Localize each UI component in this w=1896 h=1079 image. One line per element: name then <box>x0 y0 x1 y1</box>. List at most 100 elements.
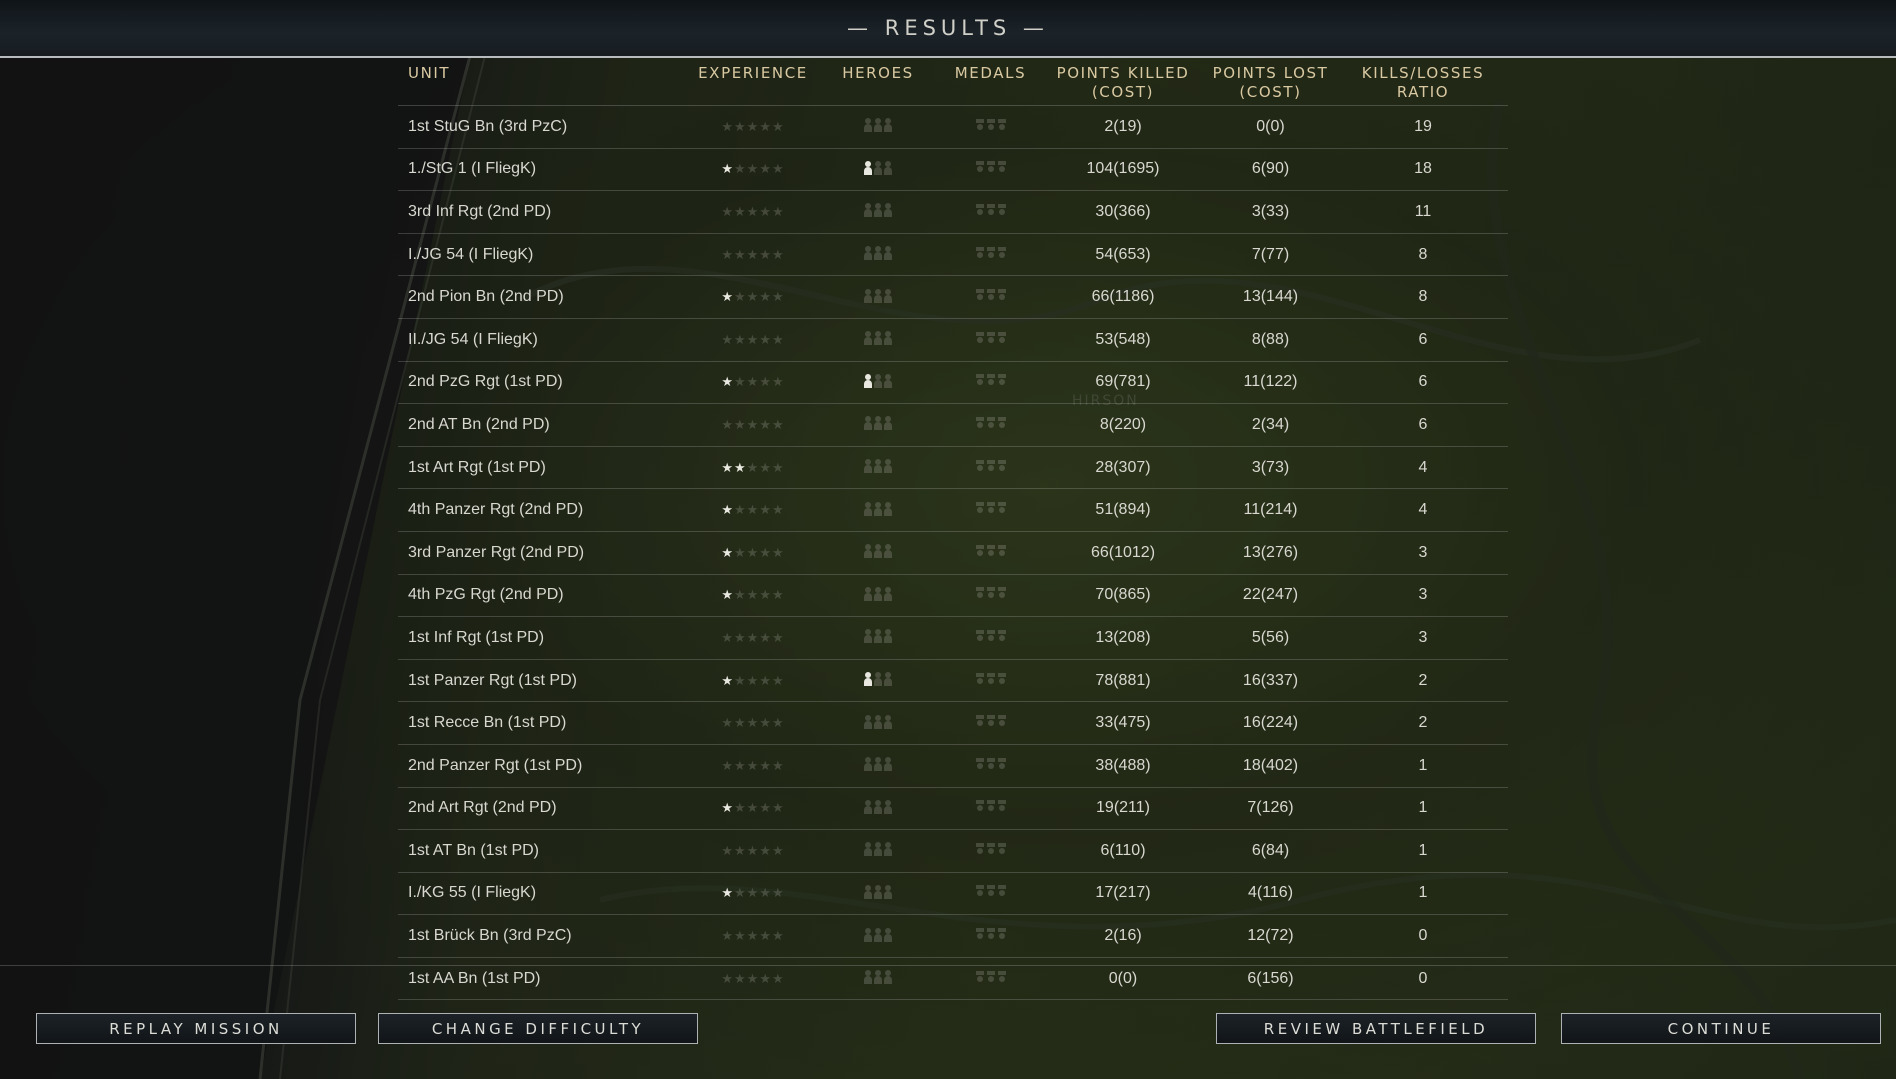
unit-name: 4th PzG Rgt (2nd PD) <box>408 586 564 604</box>
heroes-cell <box>818 457 938 478</box>
continue-button[interactable]: CONTINUE <box>1561 1013 1881 1044</box>
header-unit-label: UNIT <box>408 64 451 82</box>
medal-icon <box>975 459 984 472</box>
star-icon: ★ <box>721 289 735 305</box>
table-row[interactable]: 4th PzG Rgt (2nd PD) ★★★★★ 70(865) 22(247) 3 <box>398 575 1508 618</box>
star-icon: ★ <box>746 502 760 518</box>
table-row[interactable]: I./JG 54 (I FliegK) ★★★★★ 54(653) 7(77) 8 <box>398 234 1508 277</box>
medal-icon <box>997 374 1006 386</box>
table-row[interactable]: 3rd Panzer Rgt (2nd PD) ★★★★★ 66(1012) 13(2… <box>398 532 1508 575</box>
table-row[interactable]: 3rd Inf Rgt (2nd PD) ★★★★★ 30(366) 3(33) 11 <box>398 191 1508 234</box>
header-medals: MEDALS <box>954 64 1027 82</box>
medal-icon <box>975 203 984 216</box>
hero-icon <box>874 373 882 388</box>
star-icon: ★ <box>734 161 747 177</box>
points-lost: 16(224) <box>1242 714 1299 732</box>
heroes-cell <box>818 542 938 563</box>
table-row[interactable]: 1st Recce Bn (1st PD) ★★★★★ 33(475) 16(224)… <box>398 702 1508 745</box>
medals-cell <box>938 927 1043 945</box>
medal-icon <box>975 629 984 642</box>
points-killed: 2(16) <box>1104 927 1142 945</box>
table-row[interactable]: 2nd Art Rgt (2nd PD) ★★★★★ 19(211) 7(126) 1 <box>398 788 1508 831</box>
medals-cell <box>938 629 1043 647</box>
star-icon: ★ <box>771 118 785 134</box>
star-icon: ★ <box>759 629 772 645</box>
hero-icon <box>874 118 882 133</box>
medals-cell <box>938 757 1043 775</box>
experience-stars: ★★★★★ <box>688 160 818 178</box>
points-killed: 6(110) <box>1100 841 1146 859</box>
table-row[interactable]: 1st Art Rgt (1st PD) ★★★★★ 28(307) 3(73) 4 <box>398 447 1508 490</box>
heroes-cell <box>818 840 938 861</box>
heroes-cell <box>818 926 938 947</box>
experience-stars: ★★★★★ <box>688 586 818 604</box>
table-row[interactable]: 2nd Pion Bn (2nd PD) ★★★★★ 66(1186) 13(144)… <box>398 276 1508 319</box>
table-row[interactable]: I./KG 55 (I FliegK) ★★★★★ 17(217) 4(116) 1 <box>398 873 1508 916</box>
star-icon: ★ <box>746 289 760 305</box>
medal-icon <box>986 161 995 173</box>
medal-icon <box>997 203 1006 216</box>
hero-icon <box>864 203 872 218</box>
table-row[interactable]: 2nd PzG Rgt (1st PD) ★★★★★ 69(781) 11(122) 6 <box>398 362 1508 405</box>
review-battlefield-button[interactable]: REVIEW BATTLEFIELD <box>1216 1013 1536 1044</box>
star-icon: ★ <box>771 970 785 986</box>
star-icon: ★ <box>734 928 747 944</box>
table-row[interactable]: 2nd AT Bn (2nd PD) ★★★★★ 8(220) 2(34) 6 <box>398 404 1508 447</box>
unit-name: 2nd Pion Bn (2nd PD) <box>408 288 564 306</box>
table-row[interactable]: 1./StG 1 (I FliegK) ★★★★★ 104(1695) 6(90) 18 <box>398 149 1508 192</box>
star-icon: ★ <box>759 842 772 858</box>
medal-icon <box>986 672 995 685</box>
points-lost: 6(90) <box>1251 160 1290 178</box>
hero-icon <box>874 331 882 346</box>
star-icon: ★ <box>734 331 747 347</box>
medal-icon <box>975 161 984 173</box>
star-icon: ★ <box>734 118 747 134</box>
table-row[interactable]: 1st StuG Bn (3rd PzC) ★★★★★ 2(19) 0(0) 19 <box>398 106 1508 149</box>
star-icon: ★ <box>759 587 772 603</box>
experience-stars: ★★★★★ <box>688 501 818 519</box>
hero-icon <box>884 288 892 303</box>
star-icon: ★ <box>721 118 735 134</box>
star-icon: ★ <box>734 246 747 262</box>
unit-name: 2nd AT Bn (2nd PD) <box>408 415 550 433</box>
kill-loss-ratio: 6 <box>1418 373 1428 391</box>
medal-icon <box>975 331 984 344</box>
medal-icon <box>997 757 1006 770</box>
points-lost: 5(56) <box>1251 628 1290 646</box>
table-row[interactable]: 1st Inf Rgt (1st PD) ★★★★★ 13(208) 5(56) 3 <box>398 617 1508 660</box>
table-row[interactable]: 1st AT Bn (1st PD) ★★★★★ 6(110) 6(84) 1 <box>398 830 1508 873</box>
table-row[interactable]: 4th Panzer Rgt (2nd PD) ★★★★★ 51(894) 11(21… <box>398 489 1508 532</box>
kill-loss-ratio: 8 <box>1418 288 1428 306</box>
star-icon: ★ <box>759 374 772 390</box>
heroes-cell <box>818 159 938 180</box>
table-row[interactable]: 1st Panzer Rgt (1st PD) ★★★★★ 78(881) 16(33… <box>398 660 1508 703</box>
star-icon: ★ <box>746 842 760 858</box>
medal-icon <box>997 928 1006 940</box>
table-row[interactable]: 2nd Panzer Rgt (1st PD) ★★★★★ 38(488) 18(40… <box>398 745 1508 788</box>
star-icon: ★ <box>771 544 785 560</box>
star-icon: ★ <box>759 289 772 305</box>
unit-name: 1st Recce Bn (1st PD) <box>408 714 567 732</box>
table-row[interactable]: II./JG 54 (I FliegK) ★★★★★ 53(548) 8(88) 6 <box>398 319 1508 362</box>
heroes-cell <box>818 798 938 819</box>
experience-stars: ★★★★★ <box>688 757 818 775</box>
unit-name: 1st AA Bn (1st PD) <box>408 969 541 987</box>
points-killed: 38(488) <box>1095 756 1151 774</box>
experience-stars: ★★★★★ <box>688 331 818 349</box>
table-row[interactable]: 1st Brück Bn (3rd PzC) ★★★★★ 2(16) 12(72) 0 <box>398 915 1508 958</box>
star-icon: ★ <box>746 672 760 688</box>
star-icon: ★ <box>746 970 760 986</box>
medal-icon <box>986 416 995 429</box>
hero-icon <box>874 416 882 431</box>
medal-icon <box>975 118 984 131</box>
star-icon: ★ <box>721 885 735 901</box>
medal-icon <box>986 374 995 386</box>
hero-icon <box>874 927 882 942</box>
hero-icon <box>884 203 892 218</box>
replay-mission-button[interactable]: REPLAY MISSION <box>36 1013 356 1044</box>
star-icon: ★ <box>734 842 747 858</box>
heroes-cell <box>818 500 938 521</box>
experience-stars: ★★★★★ <box>688 373 818 391</box>
medal-icon <box>986 715 995 727</box>
change-difficulty-button[interactable]: CHANGE DIFFICULTY <box>378 1013 698 1044</box>
